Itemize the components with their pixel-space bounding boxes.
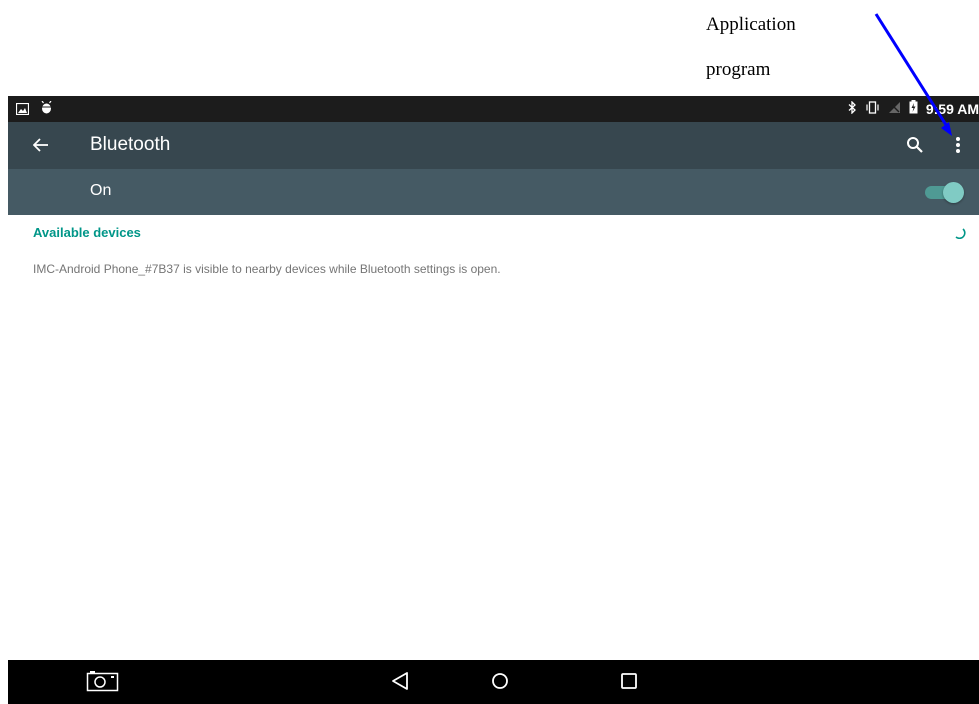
screenshot-button[interactable]: [86, 670, 119, 694]
progress-spinner-icon: [952, 225, 966, 240]
vibrate-icon: [865, 100, 880, 117]
annotation-line-2: program: [706, 59, 771, 80]
navigation-bar: [8, 660, 979, 704]
status-bar: 9:59 AM: [8, 96, 979, 122]
visibility-info-text: IMC-Android Phone_#7B37 is visible to ne…: [33, 262, 501, 276]
search-icon: [907, 137, 923, 153]
more-vert-icon: [956, 137, 960, 153]
toggle-thumb: [943, 182, 964, 203]
bluetooth-icon: [848, 99, 857, 117]
back-button[interactable]: [28, 132, 54, 158]
screenshot-icon: [86, 671, 119, 692]
content-area: Available devices IMC-Android Phone_#7B3…: [8, 215, 979, 660]
annotation-label: Application program: [706, 12, 866, 82]
recents-square-icon: [621, 673, 637, 689]
battery-charging-icon: [909, 100, 918, 117]
status-time: 9:59 AM: [925, 100, 979, 117]
image-notification-icon: [15, 102, 30, 120]
annotation-line-1: Application: [706, 14, 796, 35]
bluetooth-switch-bar[interactable]: On: [8, 169, 979, 215]
overflow-menu-button[interactable]: [948, 133, 968, 157]
nav-recents-button[interactable]: [618, 670, 642, 694]
nav-back-button[interactable]: [389, 670, 413, 694]
no-signal-icon: [888, 101, 901, 117]
available-devices-header: Available devices: [33, 225, 141, 240]
bluetooth-toggle[interactable]: [925, 182, 964, 203]
app-bar: Bluetooth: [8, 122, 979, 169]
switch-label: On: [90, 182, 112, 199]
search-button[interactable]: [903, 133, 927, 157]
nav-home-button[interactable]: [489, 670, 513, 694]
page: Application program 9:59 AM Bluetooth On…: [0, 0, 979, 704]
page-title: Bluetooth: [90, 134, 171, 155]
back-triangle-icon: [392, 672, 408, 690]
home-circle-icon: [492, 673, 508, 689]
arrow-left-icon: [32, 138, 48, 152]
android-debug-icon: [41, 100, 52, 120]
